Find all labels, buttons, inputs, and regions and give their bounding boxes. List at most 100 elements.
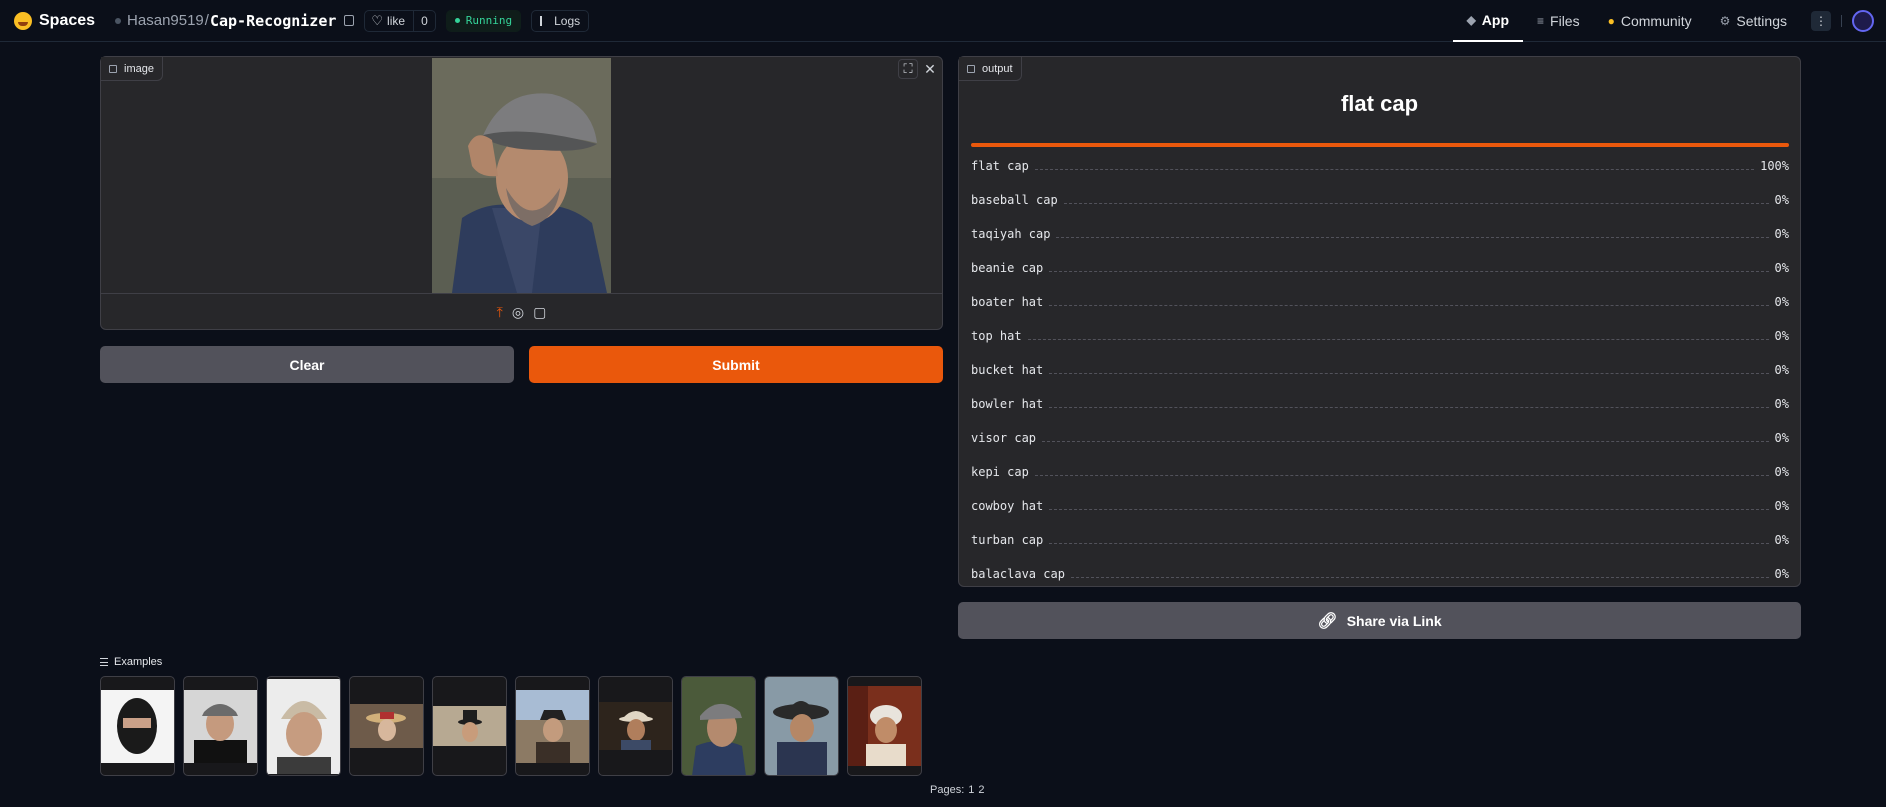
bucket-hat-example-photo <box>516 689 589 763</box>
confidence-list: flat cap 100% baseball cap 0% taqiyah cap 0% b… <box>971 143 1789 585</box>
confidence-row: top hat 0% <box>971 313 1789 347</box>
example-thumbnail[interactable] <box>681 676 756 776</box>
confidence-value: 0% <box>1774 499 1789 513</box>
cube-icon: ◆ <box>1466 13 1476 27</box>
repo-link[interactable]: Cap-Recognizer <box>210 12 336 30</box>
confidence-leader <box>1034 468 1769 476</box>
confidence-label: balaclava cap <box>971 567 1065 581</box>
confidence-bar <box>971 143 1789 147</box>
confidence-value: 0% <box>1774 533 1789 547</box>
confidence-line: balaclava cap 0% <box>971 567 1789 581</box>
like-button[interactable]: ♡ like 0 <box>364 9 436 32</box>
baseball-cap-example-photo <box>184 689 257 763</box>
webcam-icon[interactable]: ◎ <box>512 304 524 321</box>
confidence-value: 0% <box>1774 295 1789 309</box>
example-thumbnail[interactable] <box>847 676 922 776</box>
image-input-panel: image ⛶ ✕ ⤒ ◎ ▢ <box>100 56 943 330</box>
confidence-label: top hat <box>971 329 1022 343</box>
page-2-link[interactable]: 2 <box>978 784 984 796</box>
space-nav: ◆ App ≡ Files ● Community ⚙ Settings ⋮ <box>1452 0 1886 42</box>
brand-label: Spaces <box>39 11 96 29</box>
confidence-leader <box>1070 570 1769 578</box>
confidence-label: taqiyah cap <box>971 227 1051 241</box>
confidence-leader <box>1063 196 1769 204</box>
image-icon <box>109 64 117 73</box>
example-thumbnail[interactable] <box>515 676 590 776</box>
link-icon: 🔗︎ <box>1317 612 1338 630</box>
confidence-row: bowler hat 0% <box>971 381 1789 415</box>
confidence-row: bucket hat 0% <box>971 347 1789 381</box>
submit-button[interactable]: Submit <box>529 346 943 383</box>
tab-community[interactable]: ● Community <box>1594 0 1706 42</box>
confidence-label: bucket hat <box>971 363 1044 377</box>
examples-header: Examples <box>100 656 162 668</box>
confidence-value: 0% <box>1774 567 1789 581</box>
confidence-line: turban cap 0% <box>971 533 1789 547</box>
example-thumbnail[interactable] <box>349 676 424 776</box>
owner-avatar-icon <box>115 17 122 24</box>
logs-icon <box>540 15 549 26</box>
heart-icon: ♡ <box>371 12 384 28</box>
more-options-button[interactable]: ⋮ <box>1811 11 1831 31</box>
files-icon: ≡ <box>1537 14 1545 28</box>
copy-icon[interactable] <box>344 15 355 26</box>
output-tag-label: output <box>982 62 1013 75</box>
confidence-leader <box>1034 162 1755 170</box>
page-1-link[interactable]: 1 <box>968 784 974 796</box>
list-icon <box>100 658 108 666</box>
pages-label: Pages: <box>930 784 965 796</box>
status-label: Running <box>465 14 513 27</box>
tab-settings[interactable]: ⚙ Settings <box>1706 0 1801 42</box>
confidence-value: 100% <box>1760 159 1789 173</box>
examples-label: Examples <box>114 656 163 668</box>
clear-button[interactable]: Clear <box>100 346 514 383</box>
confidence-label: bowler hat <box>971 397 1044 411</box>
confidence-leader <box>1056 230 1769 238</box>
like-count: 0 <box>413 10 435 31</box>
confidence-label: cowboy hat <box>971 499 1044 513</box>
fullscreen-button[interactable]: ⛶ <box>898 59 918 79</box>
confidence-line: kepi cap 0% <box>971 465 1789 479</box>
example-thumbnail[interactable] <box>266 676 341 776</box>
example-thumbnail[interactable] <box>432 676 507 776</box>
owner-link[interactable]: Hasan9519 <box>127 12 204 29</box>
share-label: Share via Link <box>1346 612 1442 629</box>
confidence-leader <box>1049 298 1769 306</box>
confidence-leader <box>1049 536 1769 544</box>
tab-app-label: App <box>1481 12 1510 28</box>
upload-icon[interactable]: ⤒ <box>497 304 503 321</box>
confidence-row: kepi cap 0% <box>971 449 1789 483</box>
gear-icon: ⚙ <box>1719 14 1731 28</box>
clear-image-button[interactable]: ✕ <box>920 59 940 79</box>
hugging-face-icon <box>14 11 32 30</box>
community-icon: ● <box>1607 14 1615 28</box>
confidence-value: 0% <box>1774 329 1789 343</box>
breadcrumb: Hasan9519 / Cap-Recognizer <box>115 12 355 30</box>
pagination: Pages: 1 2 <box>926 784 985 796</box>
example-thumbnail[interactable] <box>183 676 258 776</box>
example-thumbnail[interactable] <box>598 676 673 776</box>
tab-app[interactable]: ◆ App <box>1452 0 1524 42</box>
confidence-line: boater hat 0% <box>971 295 1789 309</box>
confidence-line: bucket hat 0% <box>971 363 1789 377</box>
user-avatar[interactable] <box>1852 10 1874 32</box>
confidence-value: 0% <box>1774 431 1789 445</box>
logs-label: Logs <box>554 13 581 28</box>
confidence-leader <box>1042 434 1769 442</box>
clipboard-icon[interactable]: ▢ <box>533 304 546 321</box>
share-via-link-button[interactable]: 🔗︎ Share via Link <box>958 602 1801 639</box>
logs-button[interactable]: Logs <box>531 9 590 32</box>
close-icon: ✕ <box>924 60 936 77</box>
spaces-logo-link[interactable]: Spaces <box>14 11 96 30</box>
confidence-row: flat cap 100% <box>971 143 1789 177</box>
status-badge[interactable]: Running <box>445 9 522 32</box>
tab-files[interactable]: ≡ Files <box>1523 0 1594 42</box>
nav-divider <box>1841 15 1842 27</box>
confidence-value: 0% <box>1774 193 1789 207</box>
tab-community-label: Community <box>1620 13 1692 29</box>
confidence-label: beanie cap <box>971 261 1044 275</box>
example-thumbnail[interactable] <box>100 676 175 776</box>
confidence-line: top hat 0% <box>971 329 1789 343</box>
confidence-line: taqiyah cap 0% <box>971 227 1789 241</box>
example-thumbnail[interactable] <box>764 676 839 776</box>
